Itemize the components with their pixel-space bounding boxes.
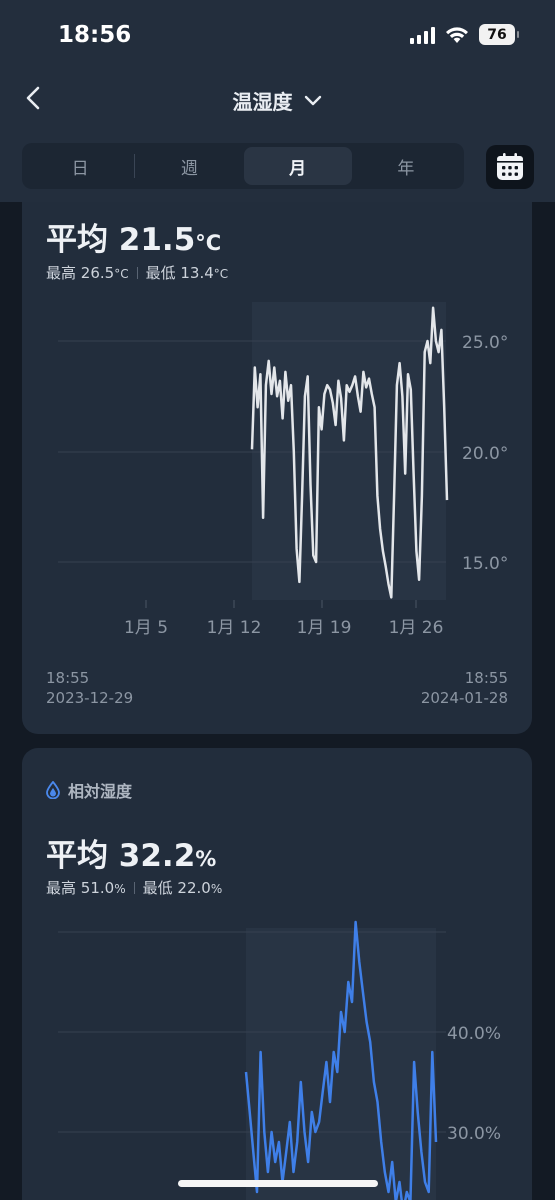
x-tick-label: 1月 26: [389, 618, 444, 638]
y-tick-label: 15.0°: [462, 554, 508, 574]
calendar-icon: [497, 153, 523, 180]
period-segmented-control: 日 週 月 年: [22, 143, 464, 189]
battery-icon: 76: [479, 24, 519, 45]
battery-level: 76: [487, 26, 507, 43]
x-tick-label: 1月 12: [207, 618, 262, 638]
range-end-time: 18:55: [464, 669, 508, 687]
humidity-card: 相対湿度 平均 32.2% 最高 51.0% 最低 22.0% 40.0% 30…: [22, 748, 532, 1200]
wifi-icon: [446, 26, 468, 43]
range-end-date: 2024-01-28: [420, 689, 508, 707]
cellular-signal-icon: [410, 26, 435, 44]
calendar-button[interactable]: [486, 145, 534, 189]
temperature-chart: 25.0° 20.0° 15.0° 1月 5 1月 12 1月 19 1月 26: [58, 302, 508, 638]
y-tick-label: 20.0°: [462, 444, 508, 464]
x-tick-label: 1月 5: [124, 618, 168, 638]
humidity-chart: 40.0% 30.0%: [58, 920, 501, 1200]
home-indicator: [178, 1180, 378, 1187]
tab-week[interactable]: 週: [135, 147, 243, 185]
tab-year[interactable]: 年: [352, 147, 460, 185]
y-tick-label: 30.0%: [447, 1124, 501, 1144]
range-start-time: 18:55: [46, 669, 90, 687]
x-tick-label: 1月 19: [297, 618, 352, 638]
y-tick-label: 25.0°: [462, 333, 508, 353]
page-title: 温湿度: [232, 90, 293, 114]
title-dropdown[interactable]: 温湿度: [0, 86, 555, 115]
tab-day[interactable]: 日: [26, 147, 134, 185]
chevron-down-icon: [304, 95, 321, 105]
status-icons: 76: [410, 24, 519, 45]
range-end: 18:55 2024-01-28: [421, 668, 508, 708]
range-start-date: 2023-12-29: [46, 689, 134, 707]
tab-month[interactable]: 月: [243, 147, 352, 185]
y-tick-label: 40.0%: [447, 1024, 501, 1044]
top-bar: 18:56 76 温湿度 日 週 月 年: [0, 0, 555, 202]
status-time: 18:56: [58, 22, 132, 48]
temperature-card: 平均 21.5°C 最高 26.5°C 最低 13.4°C 25.0° 20.0…: [22, 180, 532, 734]
range-start: 18:55 2023-12-29: [46, 668, 133, 708]
